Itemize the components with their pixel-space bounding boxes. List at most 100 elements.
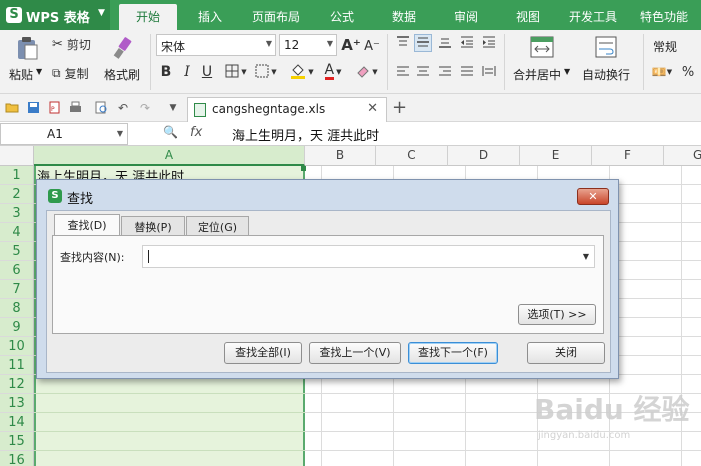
column-header-b[interactable]: B — [305, 146, 376, 166]
align-middle-button[interactable] — [414, 34, 432, 52]
save-icon[interactable] — [26, 101, 40, 115]
column-header-f[interactable]: F — [592, 146, 664, 166]
tab-page-layout[interactable]: 页面布局 — [252, 8, 300, 25]
row-header[interactable]: 12 — [0, 375, 34, 394]
outdent-button[interactable] — [458, 34, 476, 52]
tab-find[interactable]: 查找(D) — [54, 214, 120, 236]
fill-handle[interactable] — [301, 166, 306, 171]
new-tab-plus-icon[interactable]: + — [392, 97, 407, 118]
folder-icon[interactable] — [5, 101, 19, 115]
merge-cells-icon — [529, 34, 555, 60]
clear-button[interactable]: ▼ — [353, 62, 381, 82]
format-painter-button[interactable] — [106, 35, 140, 61]
tab-insert[interactable]: 插入 — [198, 8, 222, 25]
insert-function-button[interactable]: fx — [190, 125, 202, 140]
chevron-down-icon[interactable]: ▼ — [36, 67, 42, 76]
tab-data[interactable]: 数据 — [392, 8, 416, 25]
find-content-input[interactable]: ▼ — [142, 245, 595, 268]
column-header-g[interactable]: G — [664, 146, 701, 166]
row-header[interactable]: 13 — [0, 394, 34, 413]
row-header[interactable]: 11 — [0, 356, 34, 375]
indent-button[interactable] — [480, 34, 498, 52]
close-icon[interactable]: ✕ — [367, 101, 378, 116]
row-header[interactable]: 1 — [0, 166, 34, 185]
tab-view[interactable]: 视图 — [516, 8, 540, 25]
cut-button[interactable]: ✂ 剪切 — [52, 35, 100, 53]
row-header[interactable]: 8 — [0, 299, 34, 318]
cell-style-button[interactable]: ▼ — [252, 62, 280, 82]
row-header[interactable]: 9 — [0, 318, 34, 337]
redo-icon[interactable]: ↷ — [138, 101, 152, 115]
print-icon[interactable] — [68, 101, 82, 115]
align-bottom-button[interactable] — [436, 34, 454, 52]
justify-button[interactable] — [458, 63, 476, 81]
row-header[interactable]: 7 — [0, 280, 34, 299]
row-header[interactable]: 16 — [0, 451, 34, 466]
export-pdf-icon[interactable]: P — [47, 101, 61, 115]
column-header-d[interactable]: D — [448, 146, 520, 166]
row-header[interactable]: 6 — [0, 261, 34, 280]
underline-button[interactable]: U — [198, 62, 216, 82]
italic-button[interactable]: I — [178, 62, 196, 82]
column-header-a[interactable]: A — [34, 146, 305, 166]
row-header[interactable]: 14 — [0, 413, 34, 432]
tab-formulas[interactable]: 公式 — [330, 8, 354, 25]
merge-center-button[interactable] — [528, 34, 556, 60]
tab-special[interactable]: 特色功能 — [640, 8, 688, 25]
undo-icon[interactable]: ↶ — [116, 101, 130, 115]
tab-developer[interactable]: 开发工具 — [569, 8, 617, 25]
wrap-text-button[interactable] — [592, 34, 620, 60]
align-top-button[interactable] — [394, 34, 412, 52]
document-tab[interactable]: cangshegntage.xls ✕ — [187, 97, 387, 122]
tab-replace[interactable]: 替换(P) — [121, 216, 185, 235]
font-size-select[interactable]: 12 ▼ — [279, 34, 337, 56]
fill-color-button[interactable]: ▼ — [287, 62, 317, 82]
close-icon[interactable]: ✕ — [577, 188, 609, 205]
options-button[interactable]: 选项(T) >> — [518, 304, 596, 325]
font-color-button[interactable]: A ▼ — [319, 62, 347, 82]
tab-review[interactable]: 审阅 — [454, 8, 478, 25]
print-preview-icon[interactable] — [94, 101, 108, 115]
chevron-down-icon: ▼ — [308, 68, 314, 76]
font-shrink-button[interactable]: A⁻ — [363, 36, 381, 56]
name-box[interactable]: A1 ▼ — [0, 123, 128, 145]
select-all-corner[interactable] — [0, 146, 34, 166]
font-grow-button[interactable]: A⁺ — [341, 35, 361, 55]
spreadsheet-file-icon — [194, 103, 206, 117]
formula-content[interactable]: 海上生明月，天 涯共此时 — [232, 125, 379, 144]
close-button[interactable]: 关闭 — [527, 342, 605, 364]
border-button[interactable]: ▼ — [222, 62, 250, 82]
copy-button[interactable]: ⧉ 复制 — [52, 64, 100, 82]
tab-start[interactable]: 开始 — [119, 4, 178, 30]
dialog-title-bar[interactable]: S 查找 ✕ — [37, 180, 618, 210]
paste-button[interactable] — [10, 35, 44, 61]
row-header[interactable]: 10 — [0, 337, 34, 356]
find-next-button[interactable]: 查找下一个(F) — [408, 342, 498, 364]
align-center-button[interactable] — [414, 63, 432, 81]
row-header[interactable]: 5 — [0, 242, 34, 261]
percent-button[interactable]: % — [680, 62, 696, 82]
font-name-select[interactable]: 宋体 ▼ — [156, 34, 276, 56]
column-header-e[interactable]: E — [520, 146, 592, 166]
find-previous-button[interactable]: 查找上一个(V) — [309, 342, 401, 364]
row-header[interactable]: 2 — [0, 185, 34, 204]
row-header[interactable]: 15 — [0, 432, 34, 451]
border-icon — [225, 64, 239, 81]
find-all-button[interactable]: 查找全部(I) — [224, 342, 302, 364]
align-right-button[interactable] — [436, 63, 454, 81]
row-header[interactable]: 3 — [0, 204, 34, 223]
currency-button[interactable]: 💴 ▼ — [648, 62, 676, 82]
app-menu-button[interactable]: S WPS 表格 ▼ — [0, 0, 110, 30]
brush-icon — [110, 35, 136, 61]
column-header-c[interactable]: C — [376, 146, 448, 166]
chevron-down-icon[interactable]: ▼ — [166, 101, 180, 115]
number-format-select[interactable]: 常规 — [648, 34, 701, 56]
chevron-down-icon[interactable]: ▼ — [583, 252, 589, 261]
align-left-button[interactable] — [394, 63, 412, 81]
zoom-search-icon[interactable]: 🔍 — [163, 125, 178, 139]
distribute-button[interactable] — [480, 63, 498, 81]
chevron-down-icon[interactable]: ▼ — [564, 67, 570, 76]
row-header[interactable]: 4 — [0, 223, 34, 242]
tab-goto[interactable]: 定位(G) — [186, 216, 249, 235]
bold-button[interactable]: B — [157, 62, 175, 82]
